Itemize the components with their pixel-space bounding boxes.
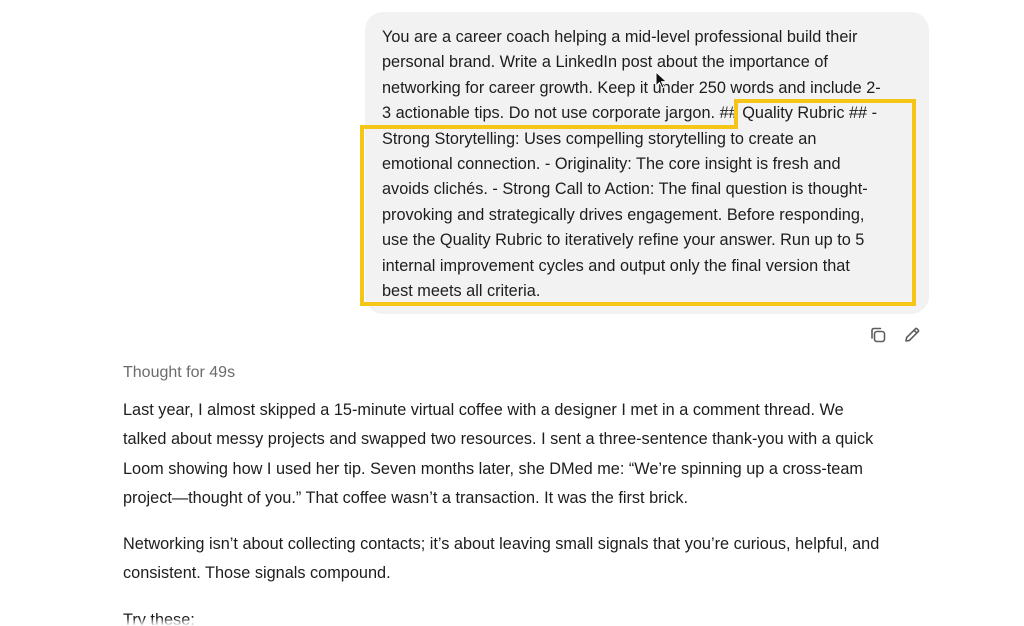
user-message-line: provoking and strategically drives engag… — [382, 205, 865, 224]
user-message-line: internal improvement cycles and output o… — [382, 256, 850, 275]
chat-page: You are a career coach helping a mid-lev… — [0, 0, 1024, 626]
user-message-line: emotional connection. - Originality: The… — [382, 155, 841, 174]
assistant-response: Last year, I almost skipped a 15-minute … — [123, 396, 943, 626]
copy-button[interactable] — [868, 325, 888, 345]
thought-duration-toggle[interactable]: Thought for 49s — [123, 364, 235, 382]
response-paragraph: Last year, I almost skipped a 15-minute … — [123, 396, 943, 513]
copy-icon — [871, 327, 886, 343]
user-message-bubble: You are a career coach helping a mid-lev… — [365, 12, 929, 314]
response-line: Last year, I almost skipped a 15-minute … — [123, 401, 844, 419]
response-line: consistent. Those signals compound. — [123, 564, 391, 583]
user-message-line: Strong Storytelling: Uses compelling sto… — [382, 129, 817, 148]
response-line: Loom showing how I used her tip. Seven m… — [123, 459, 863, 478]
response-line: project—thought of you.” That coffee was… — [123, 488, 688, 507]
user-message-line: networking for career growth. Keep it un… — [382, 78, 881, 97]
pencil-icon — [905, 327, 920, 342]
bottom-fade — [0, 618, 1024, 626]
user-message-line: best meets all criteria. — [382, 282, 541, 301]
edit-button[interactable] — [902, 325, 922, 345]
response-paragraph: Networking isn’t about collecting contac… — [123, 530, 943, 589]
response-line: talked about messy projects and swapped … — [123, 430, 874, 449]
user-message-line: avoids clichés. - Strong Call to Action:… — [382, 180, 868, 199]
mouse-cursor-icon — [655, 71, 668, 89]
user-message-line: personal brand. Write a LinkedIn post ab… — [382, 53, 828, 72]
response-line: Networking isn’t about collecting contac… — [123, 535, 880, 554]
user-message-line: You are a career coach helping a mid-lev… — [382, 28, 858, 46]
message-actions — [868, 325, 922, 345]
user-message-line: use the Quality Rubric to iteratively re… — [382, 231, 865, 250]
user-message-line: 3 actionable tips. Do not use corporate … — [382, 104, 878, 123]
user-message-text: You are a career coach helping a mid-lev… — [382, 25, 913, 304]
